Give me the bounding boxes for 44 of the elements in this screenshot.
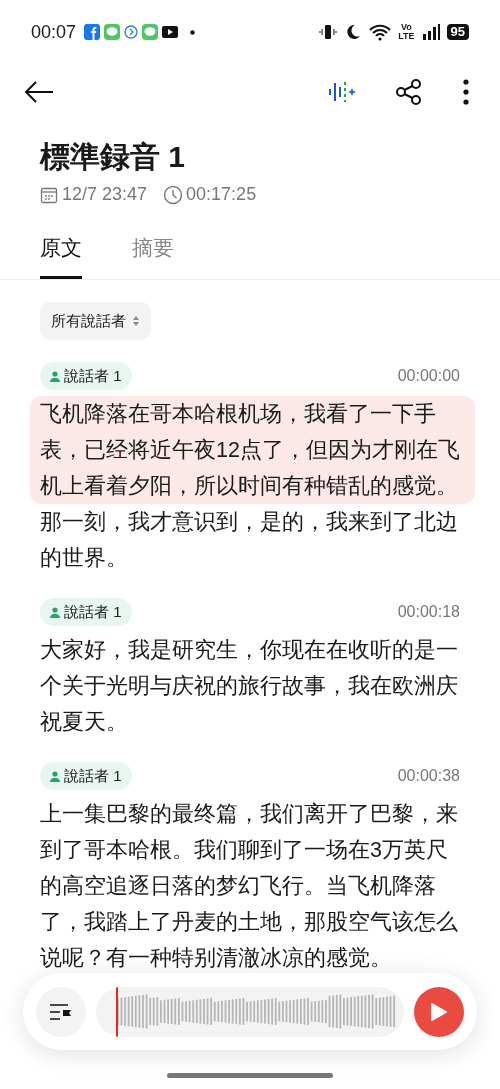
more-icon [463,79,469,105]
segment-timestamp: 00:00:18 [397,602,460,622]
segment-timestamp: 00:00:38 [397,766,460,786]
speaker-filter-dropdown[interactable]: 所有說話者 [40,302,151,340]
person-icon [50,606,60,618]
circle-arrow-notification-icon [124,25,139,39]
waveform-sparkle-icon [327,79,357,105]
transcript-sentence: 那一刻，我才意识到，是的，我来到了北边的世界。 [40,510,458,570]
person-icon [50,370,60,382]
chat-notification-icon [142,24,159,40]
wifi-icon [369,23,392,41]
clock-icon [163,184,184,205]
tab[interactable]: 原文 [40,234,82,279]
share-icon [395,78,423,106]
video-notification-icon [162,26,179,38]
signal-icon [421,23,440,41]
share-button[interactable] [394,77,424,107]
speaker-tag[interactable]: 說話者 1 [40,598,132,626]
transcript-sentence: 上一集巴黎的最终篇，我们离开了巴黎，来到了哥本哈根。我们聊到了一场在3万英尺的高空追逐日落的梦幻飞行。当飞机降落了，我踏上了丹麦的土地，那股空气该怎么说呢？有一种特别清澈冰凉的感觉。 [40,802,458,970]
bookmark-list-button[interactable] [36,986,86,1037]
vibrate-icon [319,23,338,41]
segment-timestamp: 00:00:00 [397,366,460,386]
network-label: Vo LTE [398,23,415,41]
back-arrow-icon [24,81,54,103]
play-button[interactable] [414,986,464,1037]
transcript-sentence: 大家好，我是研究生，你现在在收听的是一个关于光明与庆祝的旅行故事，我在欧洲庆祝夏天。 [40,638,458,734]
highlighted-sentence: 飞机降落在哥本哈根机场，我看了一下手表，已经将近午夜12点了，但因为才刚在飞机上看着夕阳，所以时间有种错乱的感觉。 [30,396,475,504]
list-flag-icon [49,1001,73,1022]
recording-duration: 00:17:25 [186,183,257,206]
sort-caret-icon [132,315,140,327]
person-icon [50,770,60,782]
play-icon [430,1001,448,1022]
speaker-tag[interactable]: 說話者 1 [40,762,132,790]
recording-date: 12/7 23:47 [62,183,148,206]
speaker-tag[interactable]: 說話者 1 [40,362,132,390]
recording-title: 標準録音 1 [40,139,187,175]
calendar-icon [40,185,58,204]
tab[interactable]: 摘要 [132,234,174,279]
app-notification-icon [84,24,101,40]
clock-time: 00:07 [31,20,77,44]
chat-notification-icon [104,24,121,40]
more-button[interactable] [460,77,472,107]
battery-level: 95 [446,24,469,40]
more-notifications-dot-icon [190,29,196,35]
